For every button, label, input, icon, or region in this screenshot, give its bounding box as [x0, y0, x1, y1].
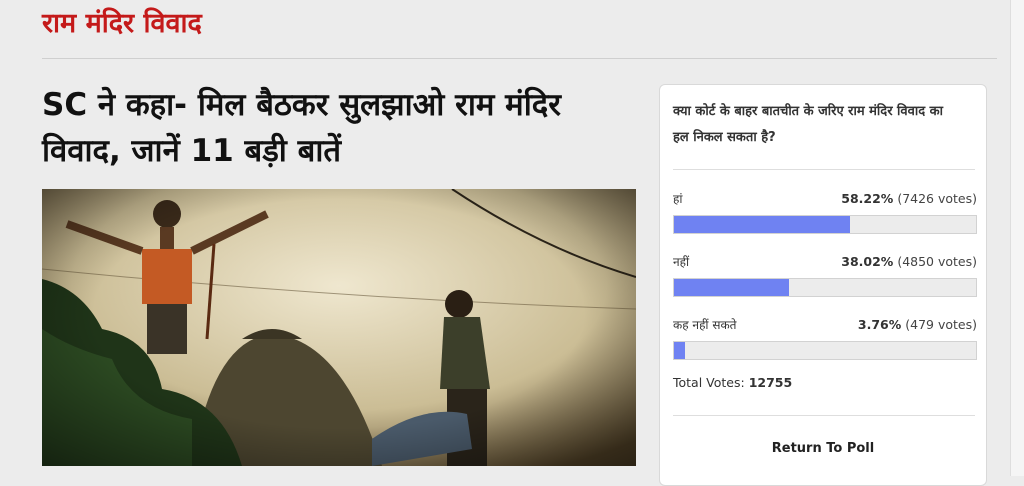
article-hero-image[interactable] [42, 189, 636, 466]
poll-option-stats: 38.02% (4850 votes) [841, 253, 977, 271]
poll-option-percent: 38.02% [841, 254, 894, 269]
right-page-edge [1010, 0, 1024, 476]
poll-bar-track [673, 278, 977, 297]
poll-bar-fill [674, 279, 789, 296]
section-title[interactable]: राम मंदिर विवाद [42, 4, 202, 44]
poll-question: क्या कोर्ट के बाहर बातचीत के जरिए राम मं… [673, 104, 944, 145]
poll-option: कह नहीं सकते 3.76% (479 votes) [673, 316, 977, 376]
article-headline[interactable]: SC ने कहा- मिल बैठकर सुलझाओ राम मंदिर वि… [42, 82, 632, 174]
poll-divider [673, 415, 975, 416]
poll-total: Total Votes: 12755 [673, 375, 792, 390]
poll-option: हां 58.22% (7426 votes) [673, 190, 977, 250]
poll-bar-track [673, 215, 977, 234]
return-to-poll-button[interactable]: Return To Poll [660, 441, 986, 456]
poll-total-value: 12755 [748, 375, 793, 390]
poll-widget: क्या कोर्ट के बाहर बातचीत के जरिए राम मं… [659, 84, 987, 486]
poll-option-votes: (4850 votes) [897, 254, 977, 269]
poll-total-label: Total Votes: [673, 375, 745, 390]
poll-bar-fill [674, 342, 686, 359]
poll-option-percent: 3.76% [857, 317, 902, 332]
poll-option-votes: (479 votes) [905, 317, 977, 332]
poll-option-votes: (7426 votes) [897, 191, 977, 206]
poll-divider [673, 169, 975, 170]
poll-option-stats: 3.76% (479 votes) [858, 316, 977, 334]
poll-option-percent: 58.22% [841, 191, 894, 206]
poll-option-label: कह नहीं सकते [673, 318, 737, 332]
section-divider [42, 58, 997, 59]
poll-option-stats: 58.22% (7426 votes) [841, 190, 977, 208]
poll-option: नहीं 38.02% (4850 votes) [673, 253, 977, 313]
poll-bar-fill [674, 216, 850, 233]
poll-option-label: नहीं [673, 255, 690, 269]
poll-bar-track [673, 341, 977, 360]
poll-option-label: हां [673, 192, 683, 206]
